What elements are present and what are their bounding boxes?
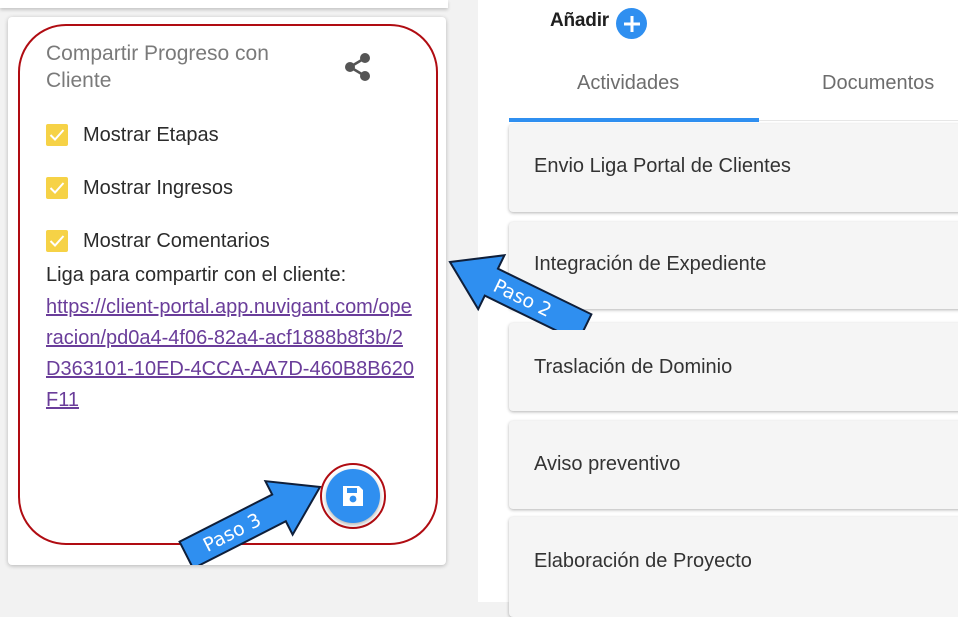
- activity-label: Elaboración de Proyecto: [534, 550, 752, 572]
- card-title: Compartir Progreso con Cliente: [46, 42, 269, 92]
- add-button[interactable]: [616, 8, 647, 39]
- activity-label: Integración de Expediente: [534, 253, 767, 275]
- floppy-disk-icon: [343, 486, 363, 506]
- activity-item[interactable]: Integración de Expediente: [509, 222, 958, 309]
- activity-item[interactable]: Traslación de Dominio: [509, 323, 958, 411]
- activity-label: Envio Liga Portal de Clientes: [534, 155, 791, 177]
- option-label: Mostrar Comentarios: [83, 229, 270, 252]
- share-icon: [345, 53, 370, 81]
- top-card-edge: [0, 0, 448, 8]
- active-tab-indicator: [509, 118, 759, 122]
- option-label: Mostrar Etapas: [83, 123, 219, 146]
- share-button[interactable]: [338, 48, 376, 86]
- tab-activities[interactable]: Actividades: [577, 72, 679, 95]
- option-label: Mostrar Ingresos: [83, 176, 234, 199]
- checkbox-show-comments[interactable]: [46, 230, 68, 252]
- option-show-comments: Mostrar Comentarios: [46, 228, 270, 254]
- save-button[interactable]: [326, 469, 380, 523]
- option-show-income: Mostrar Ingresos: [46, 175, 233, 201]
- check-icon: [49, 182, 65, 194]
- option-show-stages: Mostrar Etapas: [46, 122, 219, 148]
- check-icon: [49, 235, 65, 247]
- checkbox-show-income[interactable]: [46, 177, 68, 199]
- checkbox-show-stages[interactable]: [46, 124, 68, 146]
- share-link-caption: Liga para compartir con el cliente:: [46, 264, 347, 286]
- activity-label: Aviso preventivo: [534, 453, 681, 475]
- activity-item[interactable]: Envio Liga Portal de Clientes: [509, 124, 958, 212]
- tab-documents[interactable]: Documentos: [822, 72, 934, 95]
- tab-divider: [759, 120, 958, 121]
- add-label: Añadir: [550, 10, 609, 31]
- activity-item[interactable]: Elaboración de Proyecto: [509, 517, 958, 617]
- activity-item[interactable]: Aviso preventivo: [509, 421, 958, 509]
- client-portal-link[interactable]: https://client-portal.app.nuvigant.com/o…: [46, 292, 416, 416]
- check-icon: [49, 129, 65, 141]
- plus-icon: [623, 15, 640, 32]
- activity-label: Traslación de Dominio: [534, 356, 733, 378]
